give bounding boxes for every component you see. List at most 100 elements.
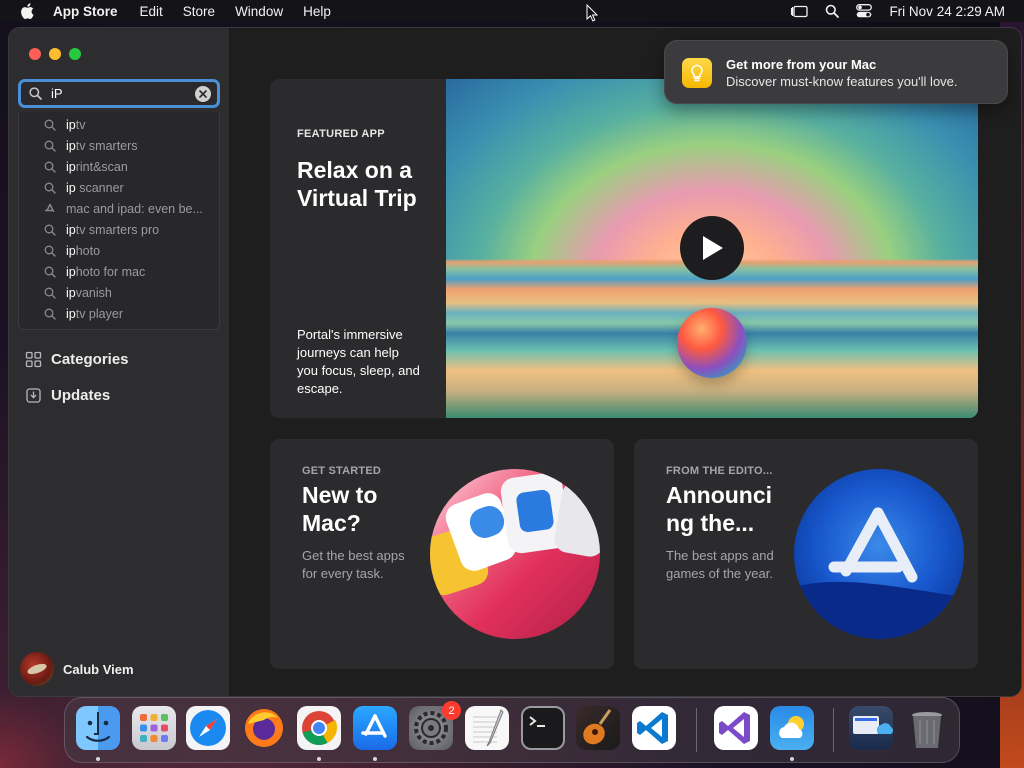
dock-garageband-icon[interactable] <box>576 706 620 750</box>
menu-bar: App Store Edit Store Window Help Fri Nov… <box>0 0 1024 22</box>
get-started-card[interactable]: GET STARTED New to Mac? Get the best app… <box>270 439 614 669</box>
suggestion-text: iptv <box>66 117 86 132</box>
dock-weather-icon[interactable] <box>770 706 814 750</box>
search-suggestion-item[interactable]: iphoto <box>19 240 219 261</box>
app-store-window: iP iptv iptv smarters iprint&scan ip scanne… <box>9 28 1021 696</box>
search-icon <box>43 307 57 321</box>
control-center-icon[interactable] <box>856 4 873 18</box>
suggestion-text: iphoto <box>66 243 101 258</box>
menu-store[interactable]: Store <box>183 4 215 19</box>
card-description: Get the best apps for every task. <box>302 548 405 581</box>
featured-app-card[interactable]: FEATURED APP Relax on a Virtual Trip Por… <box>270 79 978 418</box>
suggestion-text: iphoto for mac <box>66 264 146 279</box>
dock-trash-icon[interactable] <box>905 706 949 750</box>
search-suggestion-item[interactable]: ip scanner <box>19 177 219 198</box>
search-icon <box>43 244 57 258</box>
card-eyebrow: GET STARTED <box>302 465 381 477</box>
dock-finder-icon[interactable] <box>76 706 120 750</box>
user-name: Calub Viem <box>63 661 134 677</box>
search-suggestion-item[interactable]: ipvanish <box>19 282 219 303</box>
search-suggestion-item[interactable]: iprint&scan <box>19 156 219 177</box>
updates-icon <box>25 387 42 404</box>
notification-banner[interactable]: Get more from your Mac Discover must-kno… <box>664 40 1008 104</box>
notification-title: Get more from your Mac <box>726 57 877 72</box>
sidebar: iP iptv iptv smarters iprint&scan ip scanne… <box>9 28 230 696</box>
dock-safari-icon[interactable] <box>186 706 230 750</box>
suggestion-text: iptv smarters <box>66 138 138 153</box>
search-icon <box>43 118 57 132</box>
suggestion-text: mac and ipad: even be... <box>66 201 203 216</box>
zoom-window-button[interactable] <box>69 48 81 60</box>
dock-firefox-icon[interactable] <box>242 706 286 750</box>
sphere-artwork <box>677 308 747 378</box>
search-suggestion-item[interactable]: iptv <box>19 114 219 135</box>
suggestion-text: iprint&scan <box>66 159 128 174</box>
search-suggestion-item[interactable]: iptv player <box>19 303 219 324</box>
suggestion-text: ipvanish <box>66 285 112 300</box>
suggestion-text: ip scanner <box>66 180 124 195</box>
dock-separator <box>833 708 834 752</box>
running-indicator <box>96 757 100 761</box>
app-store-icon <box>43 202 57 216</box>
featured-description: Portal's immersive journeys can help you… <box>297 327 420 396</box>
search-suggestion-item[interactable]: mac and ipad: even be... <box>19 198 219 219</box>
search-icon <box>29 87 42 100</box>
dock-app-store-icon[interactable] <box>353 706 397 750</box>
play-button[interactable] <box>680 216 744 280</box>
account-button[interactable]: Calub Viem <box>20 652 134 686</box>
spotlight-icon[interactable] <box>825 4 840 18</box>
play-icon <box>703 236 723 260</box>
search-icon <box>43 286 57 300</box>
search-suggestions: iptv iptv smarters iprint&scan ip scanner ma… <box>18 112 220 330</box>
dock-textedit-icon[interactable] <box>465 706 509 750</box>
card-eyebrow: FROM THE EDITO... <box>666 465 773 477</box>
suggestion-text: iptv smarters pro <box>66 222 160 237</box>
close-window-button[interactable] <box>29 48 41 60</box>
dock-system-settings-icon[interactable]: 2 <box>409 701 461 750</box>
grid-icon <box>25 351 42 368</box>
dock-screen-sharing-icon[interactable] <box>849 706 894 750</box>
dock-chrome-icon[interactable] <box>297 706 341 750</box>
editors-card[interactable]: FROM THE EDITO... Announci ng the... The… <box>634 439 978 669</box>
search-field[interactable]: iP <box>18 79 220 108</box>
dock-terminal-icon[interactable] <box>521 706 565 750</box>
search-input[interactable]: iP <box>51 86 195 101</box>
menu-app-name[interactable]: App Store <box>53 4 118 19</box>
notification-body: Discover must-know features you'll love. <box>726 74 958 89</box>
dock-visual-studio-icon[interactable] <box>714 706 758 750</box>
menu-help[interactable]: Help <box>303 4 331 19</box>
search-icon <box>43 181 57 195</box>
menu-edit[interactable]: Edit <box>140 4 163 19</box>
new-to-mac-artwork <box>430 469 600 639</box>
running-indicator <box>790 757 794 761</box>
suggestion-text: iptv player <box>66 306 123 321</box>
card-description: The best apps and games of the year. <box>666 548 774 581</box>
notification-badge: 2 <box>442 701 461 720</box>
dock-launchpad-icon[interactable] <box>132 706 176 750</box>
sidebar-item-categories[interactable]: Categories <box>25 349 129 369</box>
minimize-window-button[interactable] <box>49 48 61 60</box>
window-controls <box>29 48 89 60</box>
card-title: Announci ng the... <box>666 482 773 536</box>
running-indicator <box>373 757 377 761</box>
dock-separator <box>696 708 697 752</box>
tips-lightbulb-icon <box>682 58 712 88</box>
menu-clock[interactable]: Fri Nov 24 2:29 AM <box>889 4 1005 19</box>
sidebar-item-label: Categories <box>51 350 129 368</box>
apple-icon[interactable] <box>20 3 34 19</box>
avatar <box>20 652 54 686</box>
sidebar-item-label: Updates <box>51 386 111 404</box>
app-store-logo-artwork <box>794 469 964 639</box>
clear-search-icon[interactable] <box>195 85 211 102</box>
dock-vscode-icon[interactable] <box>632 706 676 750</box>
sidebar-item-updates[interactable]: Updates <box>25 385 110 405</box>
search-suggestion-item[interactable]: iptv smarters <box>19 135 219 156</box>
featured-artwork <box>446 79 978 418</box>
search-suggestion-item[interactable]: iphoto for mac <box>19 261 219 282</box>
stage-manager-icon[interactable] <box>790 4 809 18</box>
search-suggestion-item[interactable]: iptv smarters pro <box>19 219 219 240</box>
running-indicator <box>317 757 321 761</box>
menu-window[interactable]: Window <box>235 4 283 19</box>
dock: 2 <box>64 697 960 763</box>
app-store-icon <box>794 507 964 639</box>
